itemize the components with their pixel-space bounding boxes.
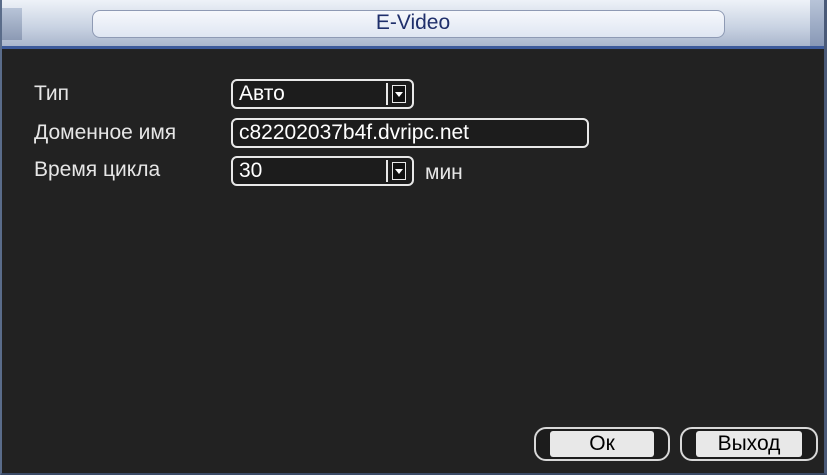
cycle-time-dropdown[interactable]: 30: [231, 156, 414, 186]
cycle-time-value: 30: [239, 159, 263, 182]
type-label: Тип: [34, 82, 70, 105]
exit-button-label: Выход: [696, 431, 802, 457]
e-video-dialog: E-Video Тип Авто Доменное имя c82202037b…: [0, 0, 827, 475]
domain-input[interactable]: c82202037b4f.dvripc.net: [231, 118, 589, 148]
chevron-down-icon[interactable]: [392, 85, 406, 103]
type-dropdown[interactable]: Авто: [231, 79, 414, 109]
title-bar: E-Video: [2, 0, 824, 49]
dialog-title: E-Video: [375, 11, 451, 34]
ok-button[interactable]: Ок: [534, 427, 670, 461]
dropdown-separator: [386, 160, 388, 182]
exit-button[interactable]: Выход: [680, 427, 818, 461]
ok-button-label: Ок: [550, 431, 654, 457]
domain-label: Доменное имя: [34, 121, 177, 144]
cycle-time-label: Время цикла: [34, 158, 161, 181]
dropdown-separator: [386, 83, 388, 105]
title-bar-right-cap: [810, 0, 824, 46]
type-value: Авто: [239, 82, 285, 105]
cycle-time-unit: мин: [425, 161, 463, 184]
chevron-down-icon[interactable]: [392, 162, 406, 180]
domain-value: c82202037b4f.dvripc.net: [239, 121, 470, 144]
